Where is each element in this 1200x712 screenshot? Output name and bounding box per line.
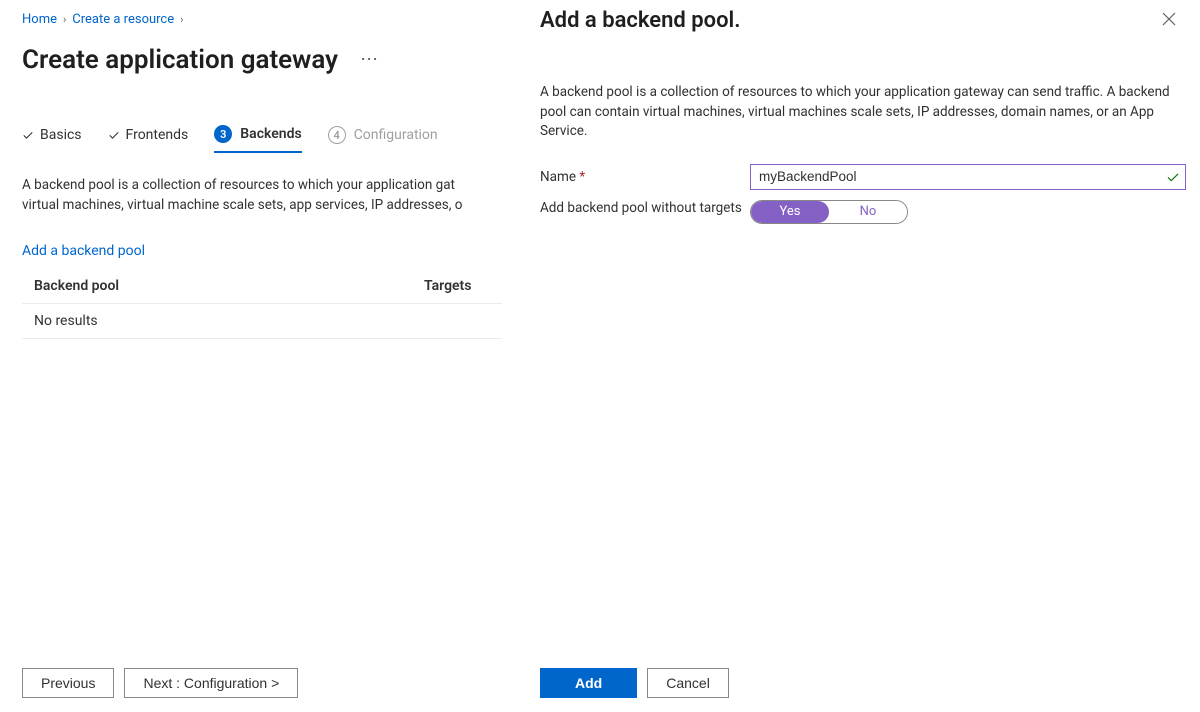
tab-label: Frontends — [126, 127, 189, 143]
tab-basics[interactable]: Basics — [22, 127, 82, 151]
breadcrumb: Home › Create a resource › — [22, 12, 520, 27]
step-number-badge: 4 — [328, 126, 346, 144]
form-row-no-targets: Add backend pool without targets Yes No — [540, 200, 1200, 224]
cancel-button[interactable]: Cancel — [647, 668, 729, 698]
description-line: virtual machines, virtual machine scale … — [22, 197, 462, 213]
check-icon — [108, 129, 120, 141]
wizard-tabs: Basics Frontends 3 Backends 4 Configurat… — [22, 125, 520, 154]
breadcrumb-create-resource[interactable]: Create a resource — [72, 12, 174, 27]
col-backend-pool: Backend pool — [34, 278, 424, 294]
add-backend-pool-panel: Add a backend pool. A backend pool is a … — [540, 0, 1200, 712]
name-label: Name * — [540, 169, 750, 185]
name-input[interactable] — [750, 164, 1186, 190]
no-results-text: No results — [34, 313, 424, 329]
more-icon[interactable]: ⋯ — [360, 51, 380, 69]
tab-configuration: 4 Configuration — [328, 126, 438, 152]
toggle-no[interactable]: No — [829, 201, 907, 223]
valid-check-icon — [1166, 170, 1180, 184]
backend-pool-table: Backend pool Targets No results — [22, 269, 502, 339]
no-targets-toggle[interactable]: Yes No — [750, 200, 908, 224]
toggle-yes[interactable]: Yes — [751, 201, 829, 223]
empty-cell — [424, 313, 502, 329]
tab-label: Basics — [40, 127, 82, 143]
tab-backends[interactable]: 3 Backends — [214, 125, 301, 153]
table-row-empty: No results — [22, 304, 502, 339]
page-title: Create application gateway — [22, 45, 338, 75]
panel-description: A backend pool is a collection of resour… — [540, 83, 1200, 142]
required-asterisk: * — [579, 169, 585, 185]
add-button[interactable]: Add — [540, 668, 637, 698]
next-button[interactable]: Next : Configuration > — [124, 668, 298, 698]
tab-label: Configuration — [354, 127, 438, 143]
col-targets: Targets — [424, 278, 502, 294]
page-title-row: Create application gateway ⋯ — [22, 45, 520, 75]
breadcrumb-home[interactable]: Home — [22, 12, 57, 27]
form-row-name: Name * — [540, 164, 1200, 190]
chevron-right-icon: › — [63, 13, 66, 26]
step-number-badge: 3 — [214, 125, 232, 143]
chevron-right-icon: › — [180, 13, 183, 26]
add-backend-pool-link[interactable]: Add a backend pool — [22, 243, 145, 259]
tab-frontends[interactable]: Frontends — [108, 127, 189, 151]
description-line: A backend pool is a collection of resour… — [22, 177, 455, 193]
panel-title: Add a backend pool. — [540, 8, 1158, 33]
panel-footer: Add Cancel — [540, 668, 729, 698]
tab-description: A backend pool is a collection of resour… — [22, 176, 522, 215]
check-icon — [22, 129, 34, 141]
table-header: Backend pool Targets — [22, 269, 502, 304]
no-targets-label: Add backend pool without targets — [540, 200, 750, 216]
label-text: Name — [540, 169, 576, 185]
main-pane: Home › Create a resource › Create applic… — [0, 0, 520, 712]
close-icon[interactable] — [1158, 8, 1180, 30]
wizard-footer: Previous Next : Configuration > — [22, 668, 298, 698]
name-input-wrap — [750, 164, 1186, 190]
panel-header: Add a backend pool. — [540, 8, 1200, 33]
tab-label: Backends — [240, 126, 301, 142]
previous-button[interactable]: Previous — [22, 668, 114, 698]
